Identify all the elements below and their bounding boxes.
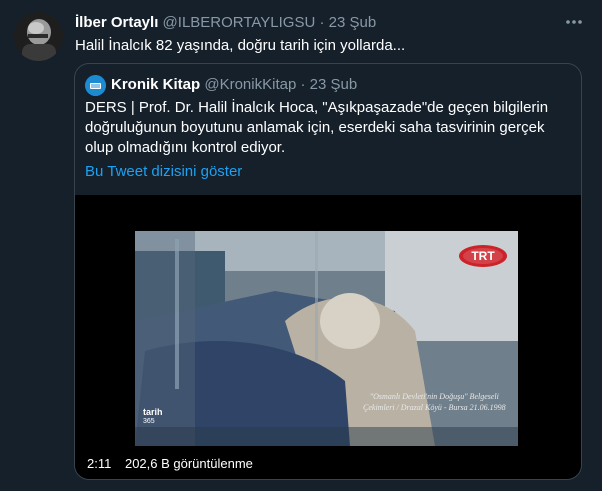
trt-logo-text: TRT	[471, 249, 495, 263]
quoted-header: Kronik Kitap @KronikKitap · 23 Şub	[111, 75, 357, 95]
video-player[interactable]: TRT "Osmanlı Devleti'nin Doğuşu" Belgese…	[75, 195, 581, 479]
author-avatar[interactable]	[14, 12, 63, 61]
quoted-text-line: olup olmadığını kontrol ediyor.	[85, 139, 286, 156]
tweet-header: İlber Ortaylı @ILBERORTAYLIGSU · 23 Şub	[75, 13, 376, 33]
tweet-text: Halil İnalcık 82 yaşında, doğru tarih iç…	[75, 37, 406, 54]
quoted-text: DERS | Prof. Dr. Halil İnalcık Hoca, "Aş…	[85, 98, 565, 158]
tweet[interactable]: İlber Ortaylı @ILBERORTAYLIGSU · 23 Şub …	[0, 0, 602, 491]
trt-logo: TRT	[458, 243, 508, 269]
quoted-author-name[interactable]: Kronik Kitap	[111, 76, 200, 93]
quoted-date[interactable]: 23 Şub	[310, 76, 358, 93]
video-caption-line: Çekimleri / Drazal Köyü - Bursa 21.06.19…	[363, 403, 506, 412]
tarih-watermark-text: tarih	[143, 407, 163, 417]
video-caption: "Osmanlı Devleti'nin Doğuşu" Belgeseli Ç…	[363, 391, 506, 413]
video-duration: 2:11	[87, 456, 112, 471]
author-handle[interactable]: @ILBERORTAYLIGSU	[163, 14, 316, 31]
video-frame[interactable]: TRT "Osmanlı Devleti'nin Doğuşu" Belgese…	[135, 231, 518, 446]
tweet-date[interactable]: 23 Şub	[329, 14, 377, 31]
quoted-author-avatar[interactable]	[85, 75, 106, 96]
video-views: 202,6 B görüntülenme	[124, 456, 253, 471]
video-meta: 2:11 202,6 B görüntülenme	[87, 456, 263, 472]
quoted-text-line: DERS | Prof. Dr. Halil İnalcık Hoca, "Aş…	[85, 99, 549, 116]
quoted-author-handle[interactable]: @KronikKitap	[204, 76, 296, 93]
author-name[interactable]: İlber Ortaylı	[75, 14, 158, 31]
header-separator: ·	[319, 14, 325, 31]
tarih-watermark-number: 365	[143, 418, 155, 425]
quoted-text-line: doğruluğunun boyutunu anlamak için, eser…	[85, 119, 545, 136]
quoted-tweet[interactable]: Kronik Kitap @KronikKitap · 23 Şub DERS …	[74, 63, 582, 480]
more-horizontal-icon[interactable]	[563, 12, 585, 32]
quoted-header-separator: ·	[300, 76, 306, 93]
tarih-watermark: tarih 365	[143, 407, 163, 427]
show-thread-link[interactable]: Bu Tweet dizisini göster	[85, 162, 242, 182]
video-caption-line: "Osmanlı Devleti'nin Doğuşu" Belgeseli	[369, 392, 499, 401]
